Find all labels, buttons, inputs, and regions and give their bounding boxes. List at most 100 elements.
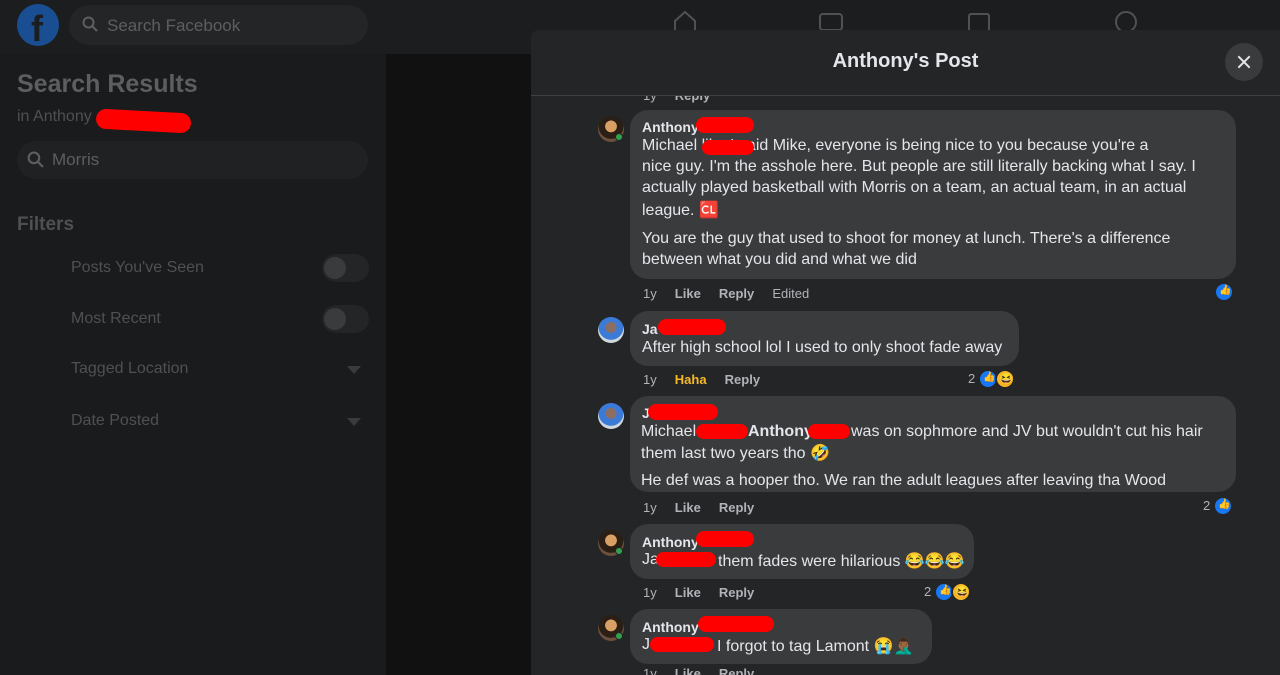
haha-reaction-button[interactable]: Haha <box>675 372 707 387</box>
comment-text: them last two years tho 🤣 <box>641 445 830 462</box>
filter-label: Date Posted <box>71 412 160 429</box>
comment-bubble: Anthony J I forgot to tag Lamont 😭🤦🏾‍♂️ <box>630 609 932 664</box>
filter-date-posted[interactable]: Date Posted <box>71 406 371 436</box>
comments-list: 1y Reply Anthony Michael like I said Mik… <box>531 30 1280 675</box>
most-recent-toggle[interactable] <box>322 305 369 333</box>
filter-most-recent[interactable]: Most Recent <box>71 304 371 334</box>
comment-time: 1y <box>643 286 657 301</box>
comment-author[interactable]: Anthony <box>642 534 699 550</box>
search-icon <box>27 151 44 168</box>
posts-seen-toggle[interactable] <box>322 254 369 282</box>
filter-label: Most Recent <box>71 310 161 327</box>
reaction-count: 2 <box>1203 498 1211 513</box>
chevron-down-icon <box>347 366 361 374</box>
redaction-mark <box>808 424 850 439</box>
filter-label: Posts You've Seen <box>71 259 204 276</box>
redaction-mark <box>696 531 754 547</box>
reaction-count: 2 <box>924 584 932 599</box>
search-query-input[interactable]: Morris <box>17 141 368 179</box>
redaction-mark <box>650 637 714 652</box>
facebook-logo[interactable]: f <box>17 4 59 49</box>
online-status-indicator <box>615 632 623 640</box>
comment-text: I forgot to tag Lamont 😭🤦🏾‍♂️ <box>717 638 914 655</box>
avatar[interactable] <box>598 403 624 429</box>
comment-text: them fades were hilarious 😂😂😂 <box>718 553 965 570</box>
search-icon <box>82 16 98 32</box>
comment-meta: 1y Like Reply <box>643 585 754 600</box>
comment-mention[interactable]: J <box>642 636 650 654</box>
reply-button[interactable]: Reply <box>719 585 754 600</box>
chevron-down-icon <box>347 418 361 426</box>
redaction-mark <box>696 117 754 133</box>
comment-time: 1y <box>643 372 657 387</box>
reaction-summary[interactable]: 2 <box>968 369 1020 389</box>
modal-header: Anthony's Post <box>531 30 1280 96</box>
reaction-count: 2 <box>968 371 976 386</box>
redaction-mark <box>656 552 716 567</box>
like-button[interactable]: Like <box>675 585 701 600</box>
filter-tagged-location[interactable]: Tagged Location <box>71 354 371 384</box>
like-button[interactable]: Like <box>675 286 701 301</box>
comment-bubble: Ja After high school lol I used to only … <box>630 311 1019 366</box>
comment-text: league. 🆑 <box>642 202 719 219</box>
comment-bubble: J Michael Anthony was on sophmore and JV… <box>630 396 1236 492</box>
comment-text: He def was a hooper tho. We ran the adul… <box>641 472 1167 489</box>
haha-reaction-icon <box>951 582 971 602</box>
redaction-mark <box>696 424 748 439</box>
search-results-sidebar: Search Results in Anthony Morris Filters… <box>0 54 386 675</box>
comment-author[interactable]: Anthony <box>642 119 699 135</box>
comment-time: 1y <box>643 500 657 515</box>
comment-time: 1y <box>643 585 657 600</box>
redaction-mark <box>648 404 718 420</box>
comment-mention[interactable]: Anthony <box>748 423 813 441</box>
comment-author[interactable]: Anthony <box>642 619 699 635</box>
reply-button[interactable]: Reply <box>725 372 760 387</box>
online-status-indicator <box>615 133 623 141</box>
like-reaction-icon <box>1213 496 1233 516</box>
reaction-summary[interactable]: 2 <box>1203 496 1236 516</box>
comment-meta: 1y Like Reply <box>643 500 754 515</box>
redaction-mark <box>702 140 754 155</box>
reply-button[interactable]: Reply <box>719 500 754 515</box>
like-button[interactable]: Like <box>675 666 701 675</box>
redaction-mark <box>698 616 774 632</box>
comment-text: You are the guy that used to shoot for m… <box>642 230 1171 247</box>
modal-title: Anthony's Post <box>832 50 979 72</box>
filter-label: Tagged Location <box>71 360 189 377</box>
search-facebook-input[interactable]: Search Facebook <box>69 5 368 45</box>
search-query-text: Morris <box>52 150 100 169</box>
redaction-mark <box>95 108 192 134</box>
dimmed-overlay <box>386 54 531 675</box>
comment-mention[interactable]: Michael <box>641 423 696 441</box>
redaction-mark <box>658 319 726 335</box>
comment-bubble: Anthony Michael like I said Mike, everyo… <box>630 110 1236 279</box>
comment-time: 1y <box>643 666 657 675</box>
like-button[interactable]: Like <box>675 500 701 515</box>
comment-author[interactable]: Ja <box>642 321 658 337</box>
close-button[interactable] <box>1225 43 1263 81</box>
comment-text: nice guy. I'm the asshole here. But peop… <box>642 158 1196 175</box>
post-modal: Anthony's Post 1y Reply Anthony Michael … <box>531 30 1280 675</box>
filter-posts-you-have-seen[interactable]: Posts You've Seen <box>71 253 371 283</box>
avatar[interactable] <box>598 317 624 343</box>
comment-text: between what you did and what we did <box>642 251 917 268</box>
comment-meta: 1y Like Reply <box>643 666 754 675</box>
reply-button[interactable]: Reply <box>719 666 754 675</box>
comment-text: After high school lol I used to only sho… <box>642 339 1003 356</box>
comment-meta: 1y Like Reply Edited <box>643 286 809 301</box>
reaction-summary[interactable]: 2 <box>924 582 974 602</box>
comment-bubble: Anthony Ja them fades were hilarious 😂😂😂 <box>630 524 974 579</box>
comment-text: was on sophmore and JV but wouldn't cut … <box>851 423 1203 440</box>
comment-text: actually played basketball with Morris o… <box>642 179 1187 196</box>
page-title: Search Results <box>17 70 198 98</box>
haha-reaction-icon <box>995 369 1015 389</box>
search-scope-label: in Anthony <box>17 108 92 125</box>
search-placeholder: Search Facebook <box>107 16 241 35</box>
reply-button[interactable]: Reply <box>719 286 754 301</box>
online-status-indicator <box>615 547 623 555</box>
reaction-summary[interactable] <box>1214 282 1236 302</box>
filters-heading: Filters <box>17 214 75 235</box>
comment-meta: 1y Haha Reply <box>643 372 760 387</box>
edited-label: Edited <box>772 286 810 301</box>
like-reaction-icon <box>1214 282 1234 302</box>
